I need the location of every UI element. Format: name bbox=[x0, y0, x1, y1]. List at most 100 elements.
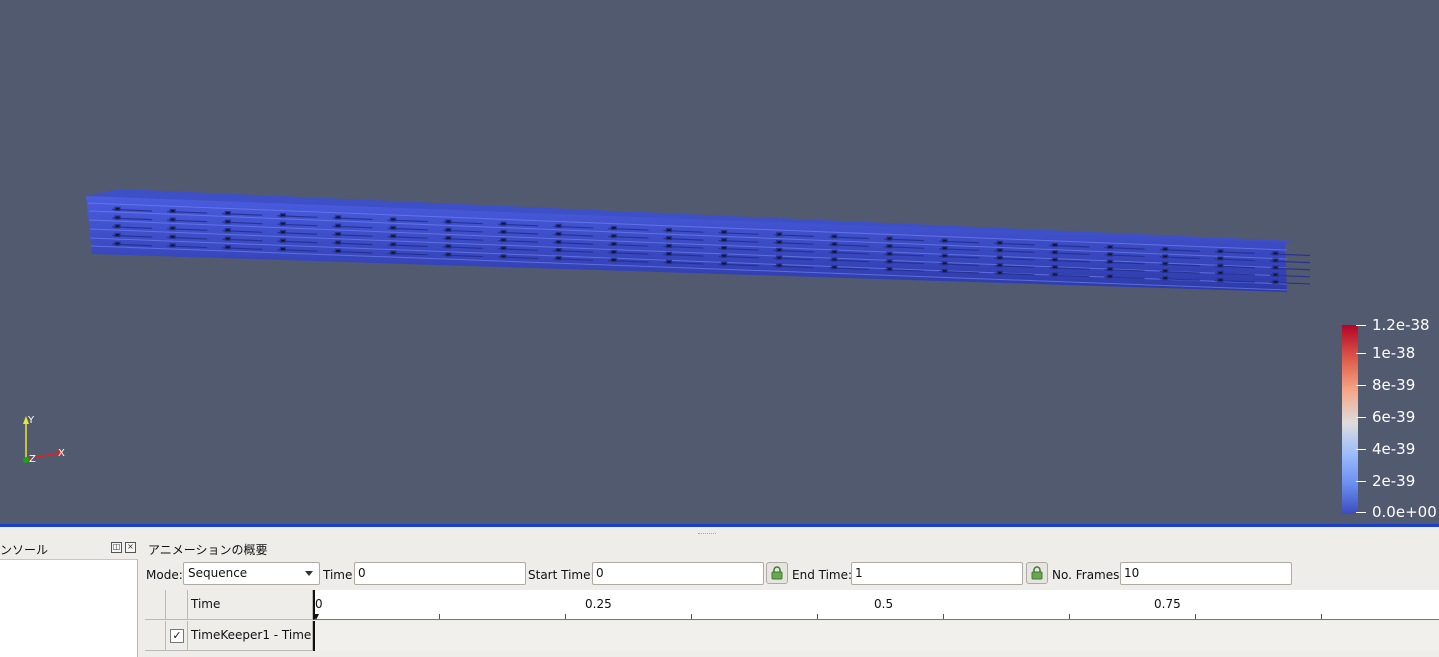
mesh-hole bbox=[610, 257, 617, 263]
mesh-hole bbox=[169, 226, 176, 231]
mesh-hole bbox=[445, 235, 452, 241]
mesh-hole bbox=[1272, 279, 1279, 284]
mesh-hole bbox=[279, 221, 287, 226]
mesh-hole bbox=[996, 263, 1003, 268]
mesh-hole bbox=[114, 241, 121, 246]
mesh-hole bbox=[114, 232, 121, 238]
mesh-hole bbox=[445, 227, 452, 232]
splitter-grip[interactable] bbox=[698, 533, 716, 536]
mesh-hole bbox=[1272, 272, 1279, 277]
mesh-hole bbox=[169, 217, 176, 222]
mesh-hole bbox=[941, 261, 948, 266]
mesh-hole bbox=[941, 238, 948, 243]
chevron-down-icon bbox=[305, 571, 313, 576]
mesh-hole bbox=[1217, 277, 1224, 283]
scale-tick bbox=[691, 614, 692, 619]
mesh-hole bbox=[1162, 254, 1169, 259]
scale-tick bbox=[943, 614, 944, 619]
mesh-hole bbox=[445, 252, 452, 257]
mesh-hole bbox=[996, 248, 1003, 253]
mesh-hole bbox=[886, 244, 893, 249]
mesh-hole bbox=[720, 261, 728, 266]
mesh-hole bbox=[831, 234, 838, 239]
start-time-input[interactable]: 0 bbox=[592, 562, 764, 585]
track-enabled-checkbox[interactable]: ✓ bbox=[170, 629, 184, 643]
legend-tick bbox=[1356, 353, 1366, 354]
timekeeper-track[interactable] bbox=[313, 621, 1439, 651]
mesh-hole bbox=[1217, 256, 1224, 261]
mesh-hole bbox=[445, 244, 452, 249]
mesh-hole bbox=[500, 229, 507, 234]
legend-label: 8e-39 bbox=[1372, 376, 1416, 394]
animation-title: アニメーションの概要 bbox=[148, 543, 268, 557]
mesh-hole bbox=[776, 263, 783, 268]
time-scale[interactable]: 0 0.25 0.5 0.75 bbox=[313, 590, 1439, 620]
axis-x-label: X bbox=[58, 448, 65, 459]
legend-tick bbox=[1356, 325, 1366, 326]
legend-label: 1.2e-38 bbox=[1372, 316, 1430, 334]
render-view[interactable]: Y X Z 1.2e-38 1e-38 8e-39 6e-39 4e-39 2e… bbox=[0, 0, 1439, 524]
mesh-hole bbox=[1051, 265, 1059, 270]
mesh-hole bbox=[500, 254, 507, 259]
mesh-hole bbox=[1051, 272, 1059, 277]
mesh-hole bbox=[555, 239, 562, 245]
mesh-hole bbox=[334, 215, 342, 220]
mesh-hole bbox=[1051, 257, 1059, 262]
mesh-hole bbox=[1272, 251, 1279, 256]
mesh-hole bbox=[720, 237, 728, 243]
scale-tick bbox=[565, 614, 566, 619]
console-output[interactable] bbox=[0, 559, 138, 657]
legend-label: 2e-39 bbox=[1372, 472, 1416, 490]
close-icon[interactable]: × bbox=[125, 542, 136, 553]
mesh-hole bbox=[169, 243, 176, 248]
time-input[interactable]: 0 bbox=[354, 562, 526, 585]
mesh-hole bbox=[279, 230, 287, 235]
timeline-check-header bbox=[166, 590, 188, 620]
mesh-hole bbox=[1106, 259, 1114, 264]
mesh-hole bbox=[1217, 249, 1224, 254]
axis-y-label: Y bbox=[27, 415, 35, 426]
mesh-hole bbox=[886, 267, 893, 272]
frames-input[interactable]: 10 bbox=[1120, 562, 1292, 585]
axis-z-label: Z bbox=[29, 454, 36, 465]
mesh-hole bbox=[1106, 252, 1114, 257]
scale-label: 0.75 bbox=[1154, 597, 1181, 611]
panel-splitter[interactable] bbox=[0, 527, 1439, 539]
track-name: TimeKeeper1 - Time bbox=[188, 621, 313, 651]
mesh-hole bbox=[1162, 268, 1169, 274]
mesh-hole bbox=[1162, 247, 1169, 252]
mode-select[interactable]: Sequence bbox=[183, 562, 320, 585]
legend-label: 0.0e+00 bbox=[1372, 503, 1437, 521]
timeline-header: Time bbox=[188, 590, 313, 620]
mesh-hole bbox=[1106, 266, 1114, 272]
track-row-header bbox=[145, 621, 166, 651]
mesh-hole bbox=[776, 255, 783, 260]
lock-start-time-button[interactable] bbox=[766, 562, 788, 584]
lock-end-time-button[interactable] bbox=[1026, 562, 1048, 584]
mesh-hole bbox=[555, 247, 562, 253]
axes-triad: Y X Z bbox=[23, 415, 65, 465]
end-time-input[interactable]: 1 bbox=[851, 562, 1023, 585]
mesh-hole bbox=[1106, 244, 1114, 250]
mode-label: Mode: bbox=[146, 568, 183, 582]
time-marker-icon[interactable] bbox=[313, 612, 321, 620]
mesh-hole bbox=[224, 228, 231, 233]
mesh-hole bbox=[665, 235, 673, 241]
mesh-hole bbox=[555, 231, 562, 237]
mesh-hole bbox=[114, 215, 121, 220]
timeline-corner bbox=[145, 590, 166, 620]
undock-icon[interactable]: ◫ bbox=[111, 542, 122, 553]
mesh-hole bbox=[1272, 265, 1279, 270]
timeline-table: Time 0 0.25 0.5 0.75 ✓ TimeKeeper1 - Tim… bbox=[145, 590, 1439, 656]
mesh-hole bbox=[114, 224, 121, 229]
mesh-hole bbox=[720, 253, 728, 258]
console-title: ンソール bbox=[0, 543, 49, 557]
mesh-hole bbox=[776, 247, 783, 252]
mesh-hole bbox=[1162, 261, 1169, 266]
time-label: Time bbox=[323, 568, 353, 582]
mesh-hole bbox=[996, 270, 1003, 275]
mesh-hole bbox=[941, 268, 948, 274]
track-check-cell: ✓ bbox=[166, 621, 188, 651]
mesh-hole bbox=[665, 251, 673, 256]
mesh-hole bbox=[1217, 270, 1224, 275]
